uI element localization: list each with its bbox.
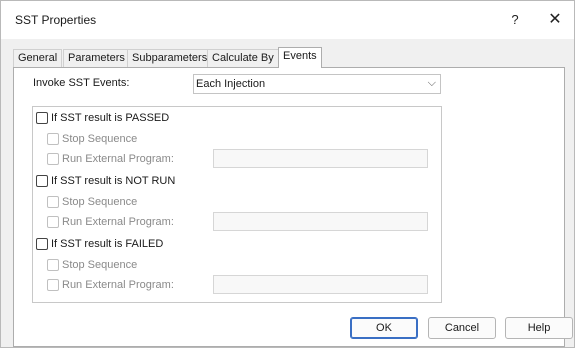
- cancel-button[interactable]: Cancel: [428, 317, 496, 339]
- tab-events[interactable]: Events: [278, 47, 322, 68]
- title-bar: SST Properties ? ✕: [1, 1, 574, 39]
- sst-properties-dialog: SST Properties ? ✕ General Parameters Su…: [0, 0, 575, 348]
- passed-label: If SST result is PASSED: [51, 112, 170, 124]
- events-panel: Invoke SST Events: Each Injection ⌵ If S…: [13, 67, 565, 347]
- failed-run-program-checkbox[interactable]: [47, 279, 59, 291]
- invoke-sst-events-label: Invoke SST Events:: [33, 77, 130, 89]
- chevron-down-icon[interactable]: ⌵: [428, 77, 436, 90]
- help-icon[interactable]: ?: [501, 7, 529, 33]
- help-button[interactable]: Help: [505, 317, 573, 339]
- failed-program-input[interactable]: [213, 275, 428, 294]
- passed-program-input[interactable]: [213, 149, 428, 168]
- notrun-checkbox[interactable]: [36, 175, 48, 187]
- tab-general[interactable]: General: [13, 49, 63, 67]
- passed-run-program-label: Run External Program:: [62, 153, 174, 165]
- dialog-body: General Parameters Subparameters Calcula…: [1, 39, 574, 347]
- failed-stop-sequence-label: Stop Sequence: [62, 259, 138, 271]
- ok-button[interactable]: OK: [350, 317, 418, 339]
- notrun-stop-sequence-checkbox[interactable]: [47, 196, 59, 208]
- passed-checkbox[interactable]: [36, 112, 48, 124]
- passed-stop-sequence-label: Stop Sequence: [62, 133, 138, 145]
- notrun-run-program-label: Run External Program:: [62, 216, 174, 228]
- failed-label: If SST result is FAILED: [51, 238, 164, 250]
- invoke-sst-events-select[interactable]: Each Injection ⌵: [193, 74, 441, 94]
- tab-parameters[interactable]: Parameters: [63, 49, 130, 67]
- failed-checkbox[interactable]: [36, 238, 48, 250]
- failed-stop-sequence-checkbox[interactable]: [47, 259, 59, 271]
- tab-subparameters[interactable]: Subparameters: [127, 49, 213, 67]
- passed-run-program-checkbox[interactable]: [47, 153, 59, 165]
- notrun-run-program-checkbox[interactable]: [47, 216, 59, 228]
- close-icon[interactable]: ✕: [541, 7, 569, 33]
- notrun-program-input[interactable]: [213, 212, 428, 231]
- sst-events-group: If SST result is PASSED Stop Sequence Ru…: [32, 106, 442, 303]
- invoke-sst-events-value: Each Injection: [196, 78, 266, 90]
- failed-run-program-label: Run External Program:: [62, 279, 174, 291]
- notrun-stop-sequence-label: Stop Sequence: [62, 196, 138, 208]
- tab-calculate-by[interactable]: Calculate By: [207, 49, 279, 67]
- notrun-label: If SST result is NOT RUN: [51, 175, 176, 187]
- dialog-title: SST Properties: [15, 13, 97, 27]
- passed-stop-sequence-checkbox[interactable]: [47, 133, 59, 145]
